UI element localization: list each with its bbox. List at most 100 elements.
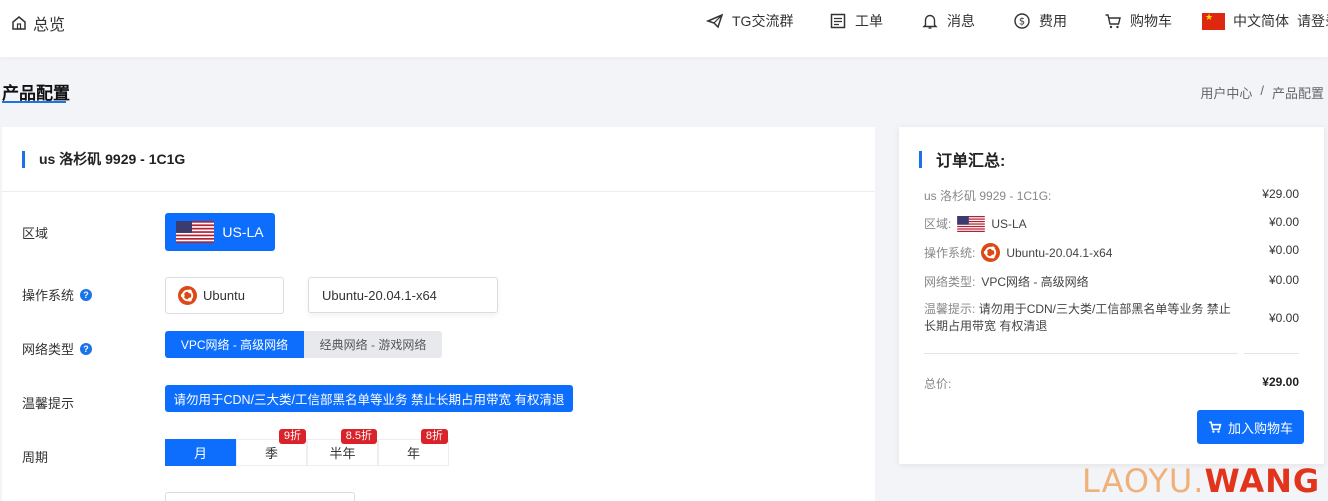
region-value: US-LA (222, 224, 264, 240)
breadcrumb-current: 产品配置 (1271, 86, 1324, 101)
login-label: 请登录 (1297, 13, 1328, 29)
period-year-label: 年 (406, 446, 420, 461)
nav-billing-label: 费用 (1039, 13, 1067, 29)
network-option-vpc[interactable]: VPC网络 - 高级网络 (165, 331, 304, 358)
summary-os-price: ¥0.00 (1268, 243, 1299, 257)
period-half-year-label: 半年 (329, 446, 356, 461)
top-navbar: 总览 TG交流群 工单 消息 $ 费用 购物车 中文简体 请登录 (0, 0, 1328, 57)
ticket-icon (829, 12, 847, 30)
overview-link[interactable]: 总览 (10, 11, 65, 35)
period-year[interactable]: 年 8折 (378, 429, 449, 466)
nav-ticket-label: 工单 (855, 13, 883, 29)
order-summary-card: 订单汇总: us 洛杉矶 9929 - 1C1G: ¥29.00 区域: US-… (899, 127, 1324, 464)
os-version-value: Ubuntu-20.04.1-x64 (322, 287, 437, 303)
us-flag-icon (957, 215, 986, 232)
summary-product-name: us 洛杉矶 9929 - 1C1G: (924, 189, 1052, 203)
us-flag-icon (176, 221, 215, 243)
nav-cart[interactable]: 购物车 (1104, 11, 1172, 31)
summary-region-value: US-LA (991, 216, 1027, 231)
product-title: us 洛杉矶 9929 - 1C1G (39, 151, 186, 167)
tip-option[interactable]: 请勿用于CDN/三大类/工信部黑名单等业务 禁止长期占用带宽 有权清退 (165, 385, 573, 412)
summary-row-region: 区域: US-LA ¥0.00 (924, 215, 1299, 232)
os-label: 操作系统 ? (22, 285, 93, 304)
period-label-text: 周期 (22, 450, 49, 465)
period-month[interactable]: 月 (165, 439, 236, 466)
os-version-select[interactable]: Ubuntu-20.04.1-x64 (308, 277, 498, 313)
order-summary-title: 订单汇总: (936, 153, 1006, 170)
network-label-text: 网络类型 (22, 342, 75, 357)
language-switch[interactable]: 中文简体 (1202, 11, 1289, 31)
summary-network-key: 网络类型: (924, 275, 976, 289)
discount-badge: 8.5折 (340, 429, 377, 444)
summary-row-os: 操作系统: Ubuntu-20.04.1-x64 ¥0.00 (924, 243, 1299, 262)
nav-tg-group[interactable]: TG交流群 (706, 11, 793, 31)
ubuntu-logo-icon (178, 286, 197, 305)
header-accent-bar (919, 150, 922, 168)
nav-messages-label: 消息 (947, 13, 975, 29)
nav-tg-label: TG交流群 (732, 13, 794, 29)
add-to-cart-button[interactable]: 加入购物车 (1197, 410, 1304, 444)
os-family-select[interactable]: Ubuntu (165, 277, 284, 314)
watermark-part1: LAOYU. (1082, 462, 1205, 500)
period-month-label: 月 (193, 446, 207, 461)
region-label-text: 区域 (22, 226, 49, 241)
dollar-icon: $ (1013, 12, 1031, 30)
svg-text:$: $ (1019, 17, 1025, 28)
breadcrumb-user-center[interactable]: 用户中心 (1200, 83, 1252, 102)
breadcrumb: 用户中心 / 产品配置 (1200, 83, 1324, 102)
region-label: 区域 (22, 223, 48, 242)
cart-icon (1104, 12, 1122, 30)
watermark-logo: LAOYU.WANG (1082, 462, 1320, 500)
discount-badge: 8折 (420, 429, 448, 444)
period-quarter-label: 季 (264, 446, 278, 461)
add-to-cart-label: 加入购物车 (1227, 420, 1293, 436)
discount-badge: 9折 (278, 429, 306, 444)
next-field-input[interactable] (165, 492, 355, 501)
bell-icon (921, 12, 939, 30)
network-label: 网络类型 ? (22, 339, 93, 358)
os-family-name: Ubuntu (203, 288, 245, 303)
summary-divider (924, 353, 1238, 354)
ubuntu-logo-icon (981, 243, 1001, 262)
nav-billing[interactable]: $ 费用 (1013, 11, 1067, 31)
tip-label: 温馨提示 (22, 393, 74, 412)
config-card: us 洛杉矶 9929 - 1C1G 区域 US-LA 操作系统 ? Ubunt… (2, 127, 875, 501)
summary-network-price: ¥0.00 (1268, 273, 1299, 287)
summary-tip-value-line2: 长期占用带宽 有权清退 (924, 319, 1048, 333)
help-icon[interactable]: ? (80, 342, 93, 355)
config-card-header: us 洛杉矶 9929 - 1C1G (2, 127, 875, 192)
help-icon[interactable]: ? (80, 288, 93, 301)
telegram-icon (706, 12, 724, 30)
summary-divider (1244, 353, 1299, 354)
summary-os-value: Ubuntu-20.04.1-x64 (1006, 245, 1113, 260)
nav-ticket[interactable]: 工单 (829, 11, 883, 31)
nav-messages[interactable]: 消息 (921, 11, 975, 31)
summary-network-value: VPC网络 - 高级网络 (981, 275, 1089, 289)
summary-total-key: 总价: (924, 377, 952, 391)
home-icon (10, 14, 28, 32)
login-link[interactable]: 请登录 (1297, 11, 1328, 31)
summary-row-product: us 洛杉矶 9929 - 1C1G: ¥29.00 (924, 187, 1299, 204)
summary-region-key: 区域: (924, 217, 952, 231)
overview-label: 总览 (33, 17, 66, 34)
network-option-classic[interactable]: 经典网络 - 游戏网络 (304, 331, 442, 358)
summary-tip-value-line1: 请勿用于CDN/三大类/工信部黑名单等业务 禁止 (978, 302, 1231, 316)
period-quarter[interactable]: 季 9折 (236, 429, 307, 466)
period-label: 周期 (22, 447, 48, 466)
summary-tip-key: 温馨提示: (924, 302, 976, 316)
watermark-part2: WANG (1204, 462, 1321, 500)
tip-label-text: 温馨提示 (22, 396, 75, 411)
period-half-year[interactable]: 半年 8.5折 (307, 429, 378, 466)
summary-row-network: 网络类型: VPC网络 - 高级网络 ¥0.00 (924, 273, 1299, 290)
summary-total-price: ¥29.00 (1262, 375, 1299, 389)
china-flag-icon (1202, 12, 1225, 30)
order-summary-header: 订单汇总: (919, 147, 1005, 171)
header-accent-bar (22, 150, 25, 168)
summary-region-price: ¥0.00 (1268, 215, 1299, 229)
region-option-us-la[interactable]: US-LA (165, 213, 275, 251)
summary-os-key: 操作系统: (924, 246, 976, 260)
billing-period-group: 月 季 9折 半年 8.5折 年 8折 (165, 429, 449, 466)
network-type-group: VPC网络 - 高级网络 经典网络 - 游戏网络 (165, 331, 442, 358)
summary-total-row: 总价: ¥29.00 (924, 375, 1299, 392)
nav-cart-label: 购物车 (1130, 13, 1172, 29)
